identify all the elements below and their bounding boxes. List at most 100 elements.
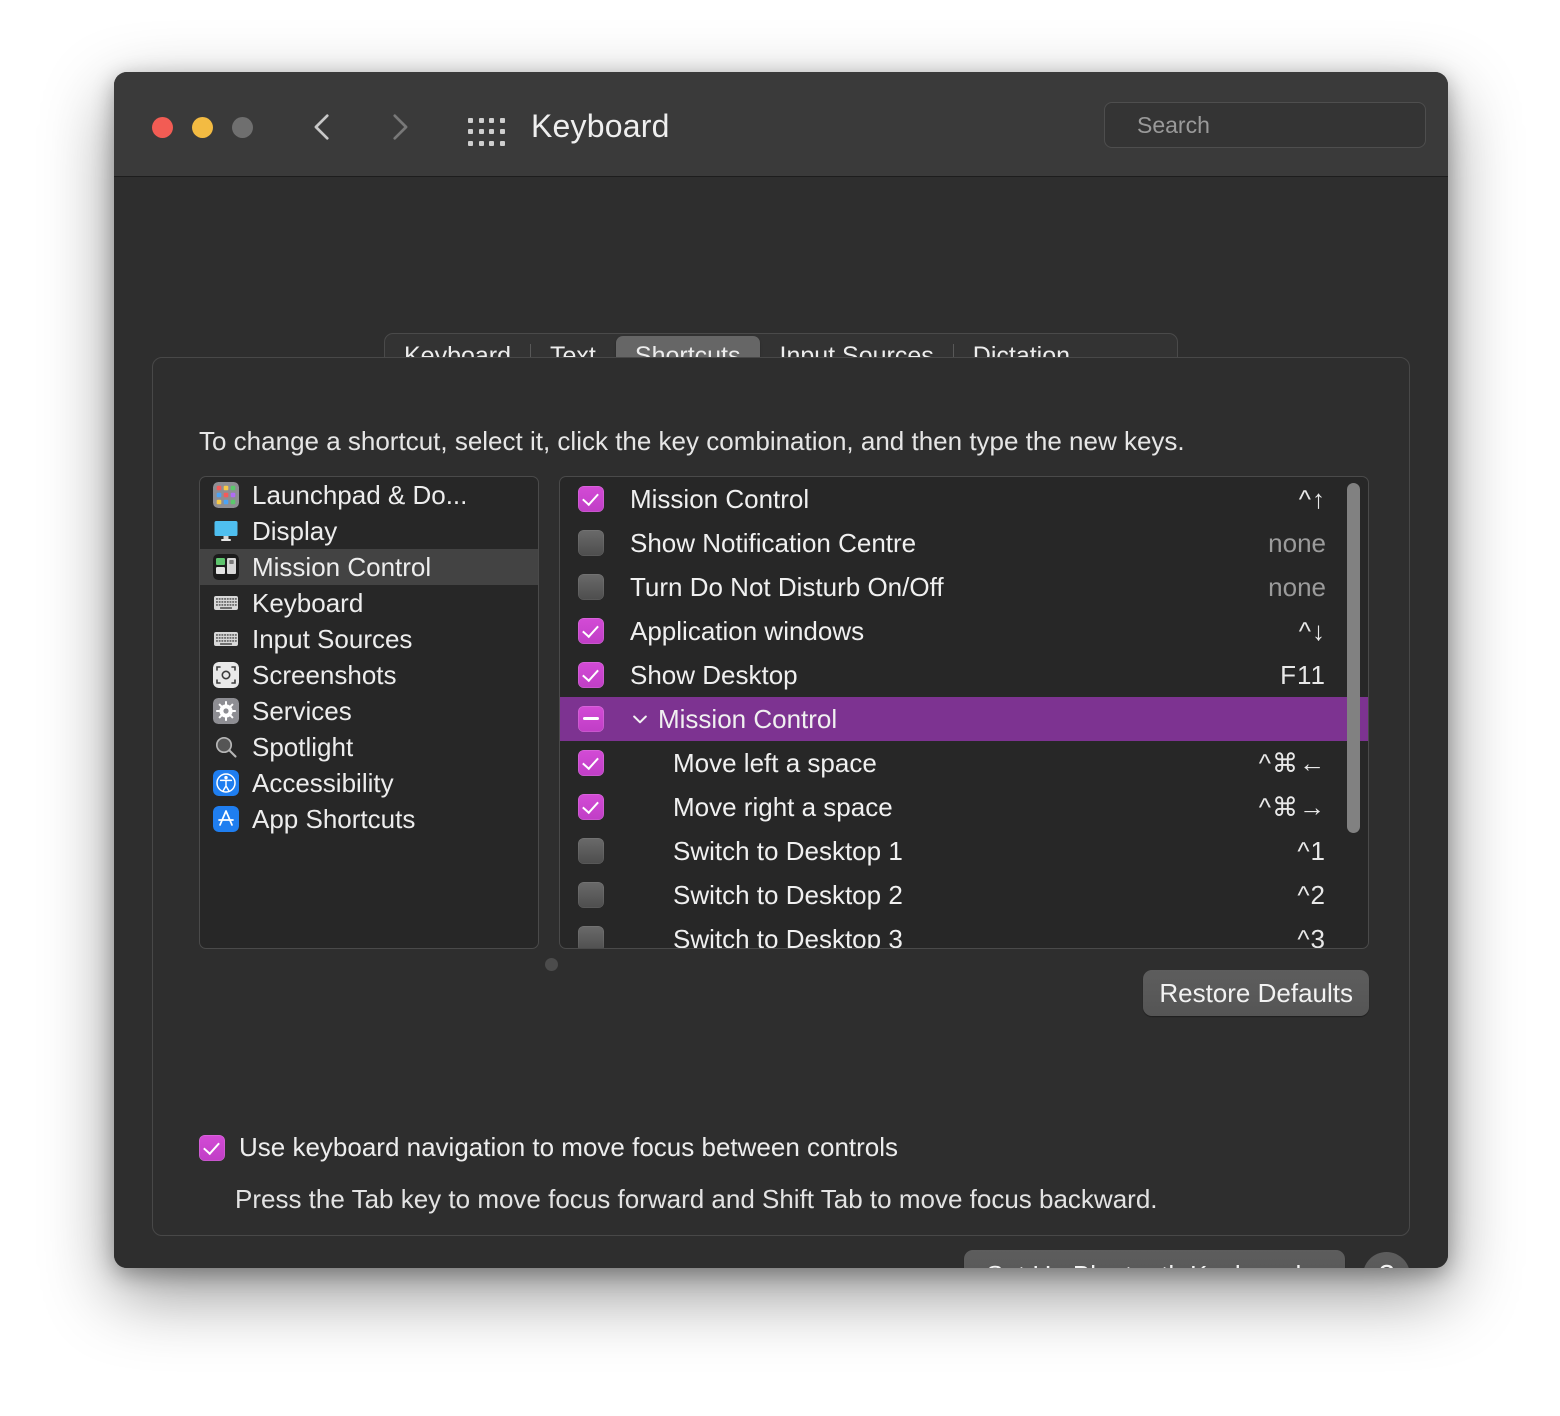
split-divider-handle[interactable] xyxy=(545,958,558,971)
shortcut-checkbox[interactable] xyxy=(578,794,604,820)
keyboard-navigation-checkbox[interactable] xyxy=(199,1134,225,1161)
sidebar-item-keyboard[interactable]: Keyboard xyxy=(200,585,538,621)
sidebar-item-display[interactable]: Display xyxy=(200,513,538,549)
chevron-down-icon[interactable] xyxy=(630,709,650,729)
shortcut-name: Show Desktop xyxy=(630,659,798,690)
shortcut-name: Move left a space xyxy=(673,747,877,778)
navigation-buttons xyxy=(306,110,416,144)
shortcut-row[interactable]: Mission Control ^↑ xyxy=(560,477,1368,521)
shortcut-row[interactable]: Switch to Desktop 3 ^3 xyxy=(560,917,1368,949)
sidebar-item-screenshots[interactable]: Screenshots xyxy=(200,657,538,693)
sidebar-item-label: Keyboard xyxy=(252,587,364,618)
shortcut-checkbox[interactable] xyxy=(578,882,604,908)
sidebar-item-label: Input Sources xyxy=(252,623,413,654)
sidebar-item-app-shortcuts[interactable]: App Shortcuts xyxy=(200,801,538,837)
shortcut-name: Show Notification Centre xyxy=(630,527,917,558)
shortcut-row[interactable]: Mission Control xyxy=(560,697,1368,741)
restore-defaults-button[interactable]: Restore Defaults xyxy=(1143,970,1369,1016)
shortcut-name: Mission Control xyxy=(658,703,838,734)
help-button[interactable]: ? xyxy=(1363,1251,1410,1268)
shortcut-name: Application windows xyxy=(630,615,865,646)
shortcut-checkbox[interactable] xyxy=(578,662,604,688)
set-up-bluetooth-keyboard-button[interactable]: Set Up Bluetooth Keyboard... xyxy=(964,1250,1345,1268)
shortcut-row[interactable]: Application windows ^↓ xyxy=(560,609,1368,653)
shortcut-key-combination[interactable]: ^2 xyxy=(1297,880,1326,911)
window-titlebar: Keyboard xyxy=(114,72,1448,177)
shortcut-key-combination[interactable]: F11 xyxy=(1280,660,1326,691)
sidebar-item-services[interactable]: Services xyxy=(200,693,538,729)
shortcuts-panel: To change a shortcut, select it, click t… xyxy=(152,357,1410,1236)
shortcut-name: Mission Control xyxy=(630,483,810,514)
sidebar-item-label: App Shortcuts xyxy=(252,803,416,834)
keyboard-icon xyxy=(213,590,239,616)
window-footer: Set Up Bluetooth Keyboard... ? xyxy=(964,1250,1410,1268)
input-sources-icon xyxy=(213,626,239,652)
launchpad-icon xyxy=(213,482,239,508)
search-box[interactable] xyxy=(1104,102,1435,148)
shortcut-checkbox[interactable] xyxy=(578,486,604,512)
services-gear-icon xyxy=(213,698,239,724)
accessibility-icon xyxy=(213,770,239,796)
shortcut-checkbox[interactable] xyxy=(578,574,604,600)
shortcut-row[interactable]: Switch to Desktop 1 ^1 xyxy=(560,829,1368,873)
shortcut-row[interactable]: Switch to Desktop 2 ^2 xyxy=(560,873,1368,917)
shortcut-key-combination[interactable]: none xyxy=(1268,528,1326,559)
forward-chevron-icon[interactable] xyxy=(382,110,416,144)
minimize-button[interactable] xyxy=(192,117,213,138)
sidebar-item-label: Services xyxy=(252,695,352,726)
shortcut-row[interactable]: Turn Do Not Disturb On/Off none xyxy=(560,565,1368,609)
shortcut-key-combination[interactable]: ^↓ xyxy=(1299,616,1326,647)
shortcut-row[interactable]: Show Notification Centre none xyxy=(560,521,1368,565)
spotlight-search-icon xyxy=(213,734,239,760)
shortcut-name: Turn Do Not Disturb On/Off xyxy=(630,571,944,602)
sidebar-item-launchpad-do[interactable]: Launchpad & Do... xyxy=(200,477,538,513)
close-button[interactable] xyxy=(152,117,173,138)
shortcut-checkbox[interactable] xyxy=(578,530,604,556)
shortcut-key-combination[interactable]: ^1 xyxy=(1297,836,1326,867)
display-icon xyxy=(213,518,239,544)
shortcut-key-combination[interactable]: ^⌘← xyxy=(1259,748,1326,779)
scrollbar-thumb[interactable] xyxy=(1347,483,1360,833)
mission-control-icon xyxy=(213,554,239,580)
shortcut-items-list[interactable]: Mission Control ^↑ Show Notification Centr… xyxy=(559,476,1369,949)
sidebar-item-input-sources[interactable]: Input Sources xyxy=(200,621,538,657)
shortcut-rows-container: Mission Control ^↑ Show Notification Centr… xyxy=(560,477,1368,949)
keyboard-navigation-row[interactable]: Use keyboard navigation to move focus be… xyxy=(199,1132,898,1163)
shortcut-list-scrollbar[interactable] xyxy=(1344,481,1362,946)
shortcut-key-combination[interactable]: ^↑ xyxy=(1299,484,1326,515)
shortcut-name: Switch to Desktop 1 xyxy=(673,835,903,866)
shortcut-row[interactable]: Move right a space ^⌘→ xyxy=(560,785,1368,829)
shortcut-row[interactable]: Show Desktop F11 xyxy=(560,653,1368,697)
sidebar-item-accessibility[interactable]: Accessibility xyxy=(200,765,538,801)
screen: Keyboard KeyboardTextShortcutsInput Sour… xyxy=(0,0,1560,1416)
search-input[interactable] xyxy=(1135,110,1435,140)
sidebar-item-spotlight[interactable]: Spotlight xyxy=(200,729,538,765)
shortcut-key-combination[interactable]: ^⌘→ xyxy=(1259,792,1326,823)
shortcut-name: Switch to Desktop 2 xyxy=(673,879,903,910)
window-body: Keyboard Text Shortcuts Input Sources Dictat… xyxy=(114,177,1448,1268)
sidebar-item-label: Screenshots xyxy=(252,659,397,690)
sidebar-item-label: Launchpad & Do... xyxy=(252,479,468,510)
shortcut-checkbox[interactable] xyxy=(578,618,604,644)
sidebar-item-mission-control[interactable]: Mission Control xyxy=(200,549,538,585)
shortcut-checkbox[interactable] xyxy=(578,750,604,776)
screenshots-icon xyxy=(213,662,239,688)
back-chevron-icon[interactable] xyxy=(306,110,340,144)
shortcut-checkbox[interactable] xyxy=(578,926,604,948)
shortcut-checkbox[interactable] xyxy=(578,838,604,864)
shortcut-category-list[interactable]: Launchpad & Do... Display Mission Control K… xyxy=(199,476,539,949)
sidebar-item-label: Spotlight xyxy=(252,731,354,762)
shortcut-checkbox[interactable] xyxy=(578,706,604,732)
app-shortcuts-icon xyxy=(213,806,239,832)
show-all-preferences-grid-icon[interactable] xyxy=(468,118,506,148)
sidebar-item-label: Display xyxy=(252,515,338,546)
shortcut-row[interactable]: Move left a space ^⌘← xyxy=(560,741,1368,785)
page-title: Keyboard xyxy=(531,108,670,144)
zoom-button[interactable] xyxy=(232,117,253,138)
keyboard-navigation-label: Use keyboard navigation to move focus be… xyxy=(239,1132,899,1162)
traffic-light-group xyxy=(152,117,253,138)
keyboard-navigation-note: Press the Tab key to move focus forward … xyxy=(235,1184,1158,1214)
shortcut-key-combination[interactable]: ^3 xyxy=(1297,924,1326,949)
shortcut-key-combination[interactable]: none xyxy=(1268,572,1326,603)
system-preferences-window: Keyboard KeyboardTextShortcutsInput Sour… xyxy=(114,72,1448,1268)
